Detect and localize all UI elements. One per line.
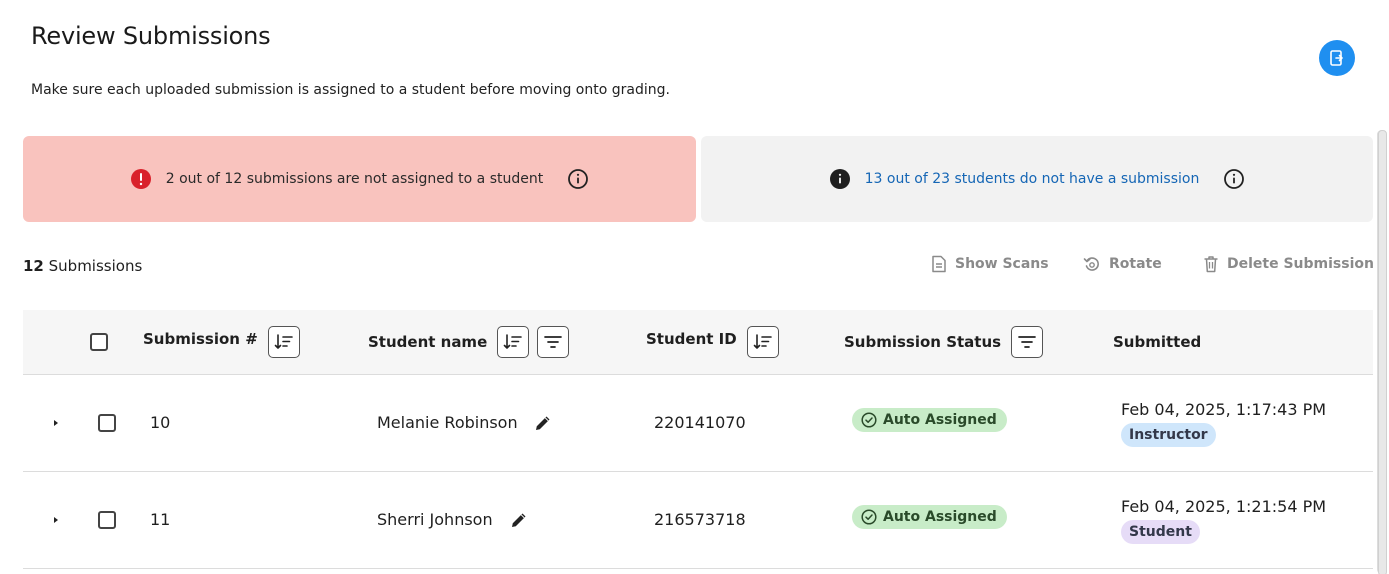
submitted-date: Feb 04, 2025, 1:17:43 PM — [1121, 400, 1327, 419]
unassigned-alert-text: 2 out of 12 submissions are not assigned… — [165, 171, 544, 187]
filter-student-name-button[interactable] — [537, 326, 570, 358]
submitted-by-badge: Student — [1121, 520, 1200, 544]
missing-submissions-alert: 13 out of 23 students do not have a subm… — [701, 136, 1373, 222]
column-submission-status-label: Submission Status — [844, 333, 1002, 351]
submission-number: 11 — [150, 510, 171, 529]
document-icon — [932, 255, 946, 273]
column-student-name-label: Student name — [368, 333, 488, 351]
status-badge: Auto Assigned — [852, 505, 1007, 529]
column-student-name: Student name — [368, 310, 570, 374]
column-student-id: Student ID — [646, 310, 779, 374]
page-description: Make sure each uploaded submission is as… — [31, 82, 670, 98]
sort-submission-button[interactable] — [267, 326, 300, 358]
sort-student-name-button[interactable] — [497, 326, 530, 358]
missing-submissions-link[interactable]: 13 out of 23 students do not have a subm… — [865, 171, 1200, 187]
student-id: 216573718 — [654, 510, 746, 529]
sort-icon — [274, 334, 293, 349]
show-scans-label: Show Scans — [955, 256, 1049, 272]
sort-icon — [503, 334, 523, 349]
column-submitted: Submitted — [1113, 310, 1201, 374]
pencil-icon — [536, 416, 550, 430]
status-badge-label: Auto Assigned — [883, 509, 997, 525]
status-badge: Auto Assigned — [852, 408, 1007, 432]
row-checkbox[interactable] — [98, 511, 116, 529]
table-row[interactable]: 10 Melanie Robinson 220141070 Auto Assig… — [23, 375, 1373, 472]
table-row[interactable]: 11 Sherri Johnson 216573718 Auto Assigne… — [23, 472, 1373, 569]
student-id: 220141070 — [654, 413, 746, 432]
filter-icon — [544, 336, 563, 348]
exit-icon — [1330, 50, 1343, 66]
column-student-id-label: Student ID — [646, 330, 737, 348]
delete-submission-button[interactable]: Delete Submission — [1203, 255, 1374, 273]
exit-review-button[interactable] — [1319, 40, 1355, 76]
vertical-scrollbar[interactable] — [1377, 130, 1387, 574]
submission-number: 10 — [150, 413, 171, 432]
submitted-by-badge: Instructor — [1121, 423, 1216, 447]
student-name: Sherri Johnson — [377, 510, 493, 529]
info-outline-icon[interactable] — [1223, 168, 1245, 190]
info-outline-icon[interactable] — [567, 168, 589, 190]
submission-count: 12 Submissions — [23, 257, 142, 275]
row-checkbox[interactable] — [98, 414, 116, 432]
submission-count-number: 12 — [23, 257, 44, 275]
expand-row-icon[interactable] — [51, 418, 61, 428]
student-name: Melanie Robinson — [377, 413, 518, 432]
rotate-button[interactable]: Rotate — [1083, 255, 1162, 273]
table-header: Submission # Student name Student ID Sub… — [23, 310, 1373, 375]
submission-count-label: Submissions — [43, 257, 143, 275]
unassigned-alert: 2 out of 12 submissions are not assigned… — [23, 136, 696, 222]
sort-student-id-button[interactable] — [746, 326, 779, 358]
rotate-icon — [1083, 257, 1099, 271]
select-all-checkbox[interactable] — [90, 333, 108, 351]
column-submission-number-label: Submission # — [143, 330, 258, 348]
info-filled-icon — [829, 168, 851, 190]
trash-icon — [1204, 256, 1218, 273]
edit-student-button[interactable] — [507, 508, 531, 532]
sort-icon — [753, 334, 772, 349]
check-circle-icon — [861, 509, 877, 525]
status-badge-label: Auto Assigned — [883, 412, 997, 428]
filter-status-button[interactable] — [1011, 326, 1044, 358]
page-title: Review Submissions — [31, 22, 271, 50]
pencil-icon — [512, 513, 526, 527]
filter-icon — [1018, 336, 1036, 348]
error-icon — [130, 168, 152, 190]
column-submission-number: Submission # — [143, 310, 300, 374]
rotate-label: Rotate — [1109, 256, 1162, 272]
show-scans-button[interactable]: Show Scans — [931, 255, 1049, 273]
column-submission-status: Submission Status — [844, 310, 1044, 374]
column-submitted-label: Submitted — [1113, 333, 1202, 351]
check-circle-icon — [861, 412, 877, 428]
delete-submission-label: Delete Submission — [1227, 256, 1374, 272]
submitted-date: Feb 04, 2025, 1:21:54 PM — [1121, 497, 1327, 516]
edit-student-button[interactable] — [531, 411, 555, 435]
expand-row-icon[interactable] — [51, 515, 61, 525]
